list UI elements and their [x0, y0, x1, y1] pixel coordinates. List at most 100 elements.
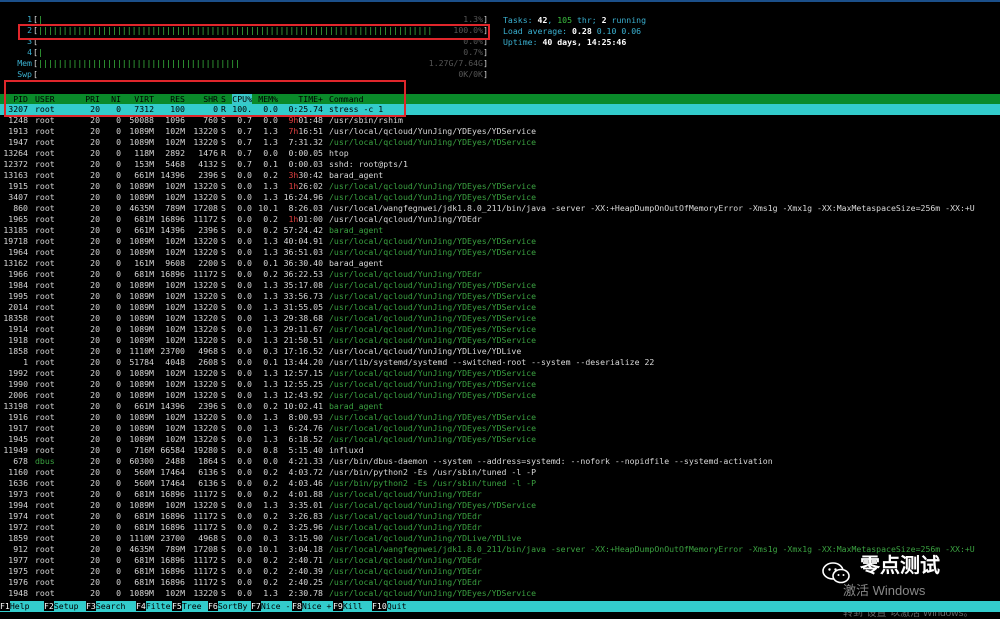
cell-user: root [35, 412, 55, 422]
table-row[interactable]: 1914 root 20 0 1089M 102M 13220 S 0.0 1.3 29:11.67… [0, 324, 1000, 335]
fkey-filter[interactable]: F4Filter [136, 601, 175, 612]
cell-time: 40:04.91 [281, 236, 323, 247]
cell-mem: 0.1 [263, 258, 278, 268]
table-row[interactable]: 3407 root 20 0 1089M 102M 13220 S 0.0 1.3 16:24.96… [0, 192, 1000, 203]
fkey-kill[interactable]: F9Kill [333, 601, 363, 612]
fkey-code: F7 [251, 601, 261, 611]
cell-pid: 1966 [8, 269, 28, 279]
cell-mem: 0.0 [263, 148, 278, 158]
cell-time: 29:38.68 [281, 313, 323, 324]
table-row[interactable]: 12372 root 20 0 153M 5468 4132 S 0.7 0.1 0:00.03 ss… [0, 159, 1000, 170]
table-row[interactable]: 1947 root 20 0 1089M 102M 13220 S 0.7 1.3 7:31.32 /… [0, 137, 1000, 148]
fkey-quit[interactable]: F10Quit [372, 601, 407, 612]
table-row[interactable]: 1913 root 20 0 1089M 102M 13220 S 0.7 1.3 7h16:51/… [0, 126, 1000, 137]
table-row[interactable]: 1984 root 20 0 1089M 102M 13220 S 0.0 1.3 35:17.08… [0, 280, 1000, 291]
cell-cpu: 0.0 [237, 456, 252, 466]
cell-pid: 1976 [8, 577, 28, 587]
cell-virt: 661M [134, 401, 154, 411]
cell-pid: 1914 [8, 324, 28, 334]
cell-time-rest: 35:17.08 [283, 280, 323, 290]
table-row[interactable]: 1636 root 20 0 560M 17464 6136 S 0.0 0.2 4:03.46/u… [0, 478, 1000, 489]
table-row[interactable]: 678 dbus 20 0 60300 2488 1864 S 0.0 0.0 4:21.33/us… [0, 456, 1000, 467]
table-row[interactable]: 1973 root 20 0 681M 16896 11172 S 0.0 0.2 4:01.88 /… [0, 489, 1000, 500]
cell-mem: 1.3 [263, 313, 278, 323]
fkey-nice[interactable]: F8Nice + [292, 601, 331, 612]
cell-cpu: 0.0 [237, 445, 252, 455]
cell-mem: 1.3 [263, 335, 278, 345]
cell-pid: 13185 [3, 225, 28, 235]
cell-pri: 20 [90, 511, 100, 521]
table-row[interactable]: 1945 root 20 0 1089M 102M 13220 S 0.0 1.3 6:18.52 /… [0, 434, 1000, 445]
fkey-setup[interactable]: F2Setup [44, 601, 79, 612]
cell-time-rest: 36:22.53 [283, 269, 323, 279]
cell-time: 2:40.39 [281, 566, 323, 577]
table-row[interactable]: 1994 root 20 0 1089M 102M 13220 S 0.0 1.3 3:35.01 /… [0, 500, 1000, 511]
table-row[interactable]: 1160 root 20 0 560M 17464 6136 S 0.0 0.2 4:03.72/u… [0, 467, 1000, 478]
cell-virt: 1089M [129, 280, 154, 290]
cell-ni: 0 [116, 412, 121, 422]
table-row[interactable]: 13162 root 20 0 161M 9608 2200 S 0.0 0.1 36:30.40 b… [0, 258, 1000, 269]
cell-shr: 13220 [193, 324, 218, 334]
cell-pid: 13264 [3, 148, 28, 158]
table-row[interactable]: 13185 root 20 0 661M 14396 2396 S 0.0 0.2 57:24.42… [0, 225, 1000, 236]
table-row[interactable]: 1974 root 20 0 681M 16896 11172 S 0.0 0.2 3:26.83 /… [0, 511, 1000, 522]
table-row[interactable]: 860 root 20 0 4635M 789M 17208 S 0.0 10.1 8:26.03 /… [0, 203, 1000, 214]
cell-ni: 0 [116, 280, 121, 290]
cell-ni: 0 [116, 544, 121, 554]
cell-cpu: 0.0 [237, 478, 252, 488]
table-row[interactable]: 2006 root 20 0 1089M 102M 13220 S 0.0 1.3 12:43.92… [0, 390, 1000, 401]
table-row[interactable]: 11949 root 20 0 716M 66584 19280 S 0.0 0.8 5:15.40… [0, 445, 1000, 456]
cell-mem: 0.2 [263, 478, 278, 488]
table-row[interactable]: 1992 root 20 0 1089M 102M 13220 S 0.0 1.3 12:57.15… [0, 368, 1000, 379]
fkey-nice[interactable]: F7Nice - [251, 601, 290, 612]
fkey-help[interactable]: F1Help [0, 601, 30, 612]
uptime-line: Uptime: 40 days, 14:25:46 [503, 37, 627, 47]
cell-pri: 20 [90, 324, 100, 334]
cell-virt: 51784 [129, 357, 154, 367]
table-row[interactable]: 912 root 20 0 4635M 789M 17208 S 0.0 10.1 3:04.18/… [0, 544, 1000, 555]
table-row[interactable]: 13198 root 20 0 661M 14396 2396 S 0.0 0.2 10:02.41… [0, 401, 1000, 412]
table-row[interactable]: 1 root 20 0 51784 4048 2608 S 0.0 0.1 13:44.20/usr… [0, 357, 1000, 368]
fkey-search[interactable]: F3Search [86, 601, 125, 612]
table-row[interactable]: 1990 root 20 0 1089M 102M 13220 S 0.0 1.3 12:55.25… [0, 379, 1000, 390]
table-row[interactable]: 19718 root 20 0 1089M 102M 13220 S 0.0 1.3 40:04.9… [0, 236, 1000, 247]
cell-virt: 1089M [129, 368, 154, 378]
fkey-code: F6 [208, 601, 218, 611]
table-row[interactable]: 18358 root 20 0 1089M 102M 13220 S 0.0 1.3 29:38.6… [0, 313, 1000, 324]
table-row[interactable]: 2014 root 20 0 1089M 102M 13220 S 0.0 1.3 31:55.05… [0, 302, 1000, 313]
table-row[interactable]: 1977 root 20 0 681M 16896 11172 S 0.0 0.2 2:40.71 /… [0, 555, 1000, 566]
table-row[interactable]: 1964 root 20 0 1089M 102M 13220 S 0.0 1.3 36:51.03… [0, 247, 1000, 258]
table-row[interactable]: 1965 root 20 0 681M 16896 11172 S 0.0 0.2 1h01:00/… [0, 214, 1000, 225]
cell-pri: 20 [90, 192, 100, 202]
cell-mem: 1.3 [263, 368, 278, 378]
cell-command: barad_agent [329, 258, 384, 268]
table-row[interactable]: 1918 root 20 0 1089M 102M 13220 S 0.0 1.3 21:50.51… [0, 335, 1000, 346]
cell-ni: 0 [116, 192, 121, 202]
cell-ni: 0 [116, 170, 121, 180]
table-row[interactable]: 1859 root 20 0 1110M 23700 4968 S 0.0 0.3 3:15.90 /… [0, 533, 1000, 544]
cell-pid: 1945 [8, 434, 28, 444]
cell-res: 102M [165, 137, 185, 147]
fkey-tree[interactable]: F5Tree [172, 601, 202, 612]
cell-cpu: 0.0 [237, 555, 252, 565]
table-row[interactable]: 1966 root 20 0 681M 16896 11172 S 0.0 0.2 36:22.53… [0, 269, 1000, 280]
table-row[interactable]: 13163 root 20 0 661M 14396 2396 S 0.0 0.2 3h30:42 b… [0, 170, 1000, 181]
table-row[interactable]: 1915 root 20 0 1089M 102M 13220 S 0.0 1.3 1h26:02/… [0, 181, 1000, 192]
cell-time: 4:03.46 [281, 478, 323, 489]
table-row[interactable]: 1916 root 20 0 1089M 102M 13220 S 0.0 1.3 8:00.93 /… [0, 412, 1000, 423]
fkey-sortby[interactable]: F6SortBy [208, 601, 247, 612]
cell-mem: 0.2 [263, 566, 278, 576]
cell-shr: 11172 [193, 555, 218, 565]
table-row[interactable]: 13264 root 20 0 118M 2892 1476 R 0.7 0.0 0:00.05 ht… [0, 148, 1000, 159]
cell-virt: 4635M [129, 544, 154, 554]
cell-ni: 0 [116, 489, 121, 499]
cell-command: /usr/local/qcloud/YunJing/YDEyes/YDServi… [329, 368, 537, 378]
table-row[interactable]: 1858 root 20 0 1110M 23700 4968 S 0.0 0.3 17:16.52… [0, 346, 1000, 357]
cell-time: 2:40.71 [281, 555, 323, 566]
cell-pri: 20 [90, 456, 100, 466]
cell-pri: 20 [90, 434, 100, 444]
table-row[interactable]: 1972 root 20 0 681M 16896 11172 S 0.0 0.2 3:25.96 /… [0, 522, 1000, 533]
table-row[interactable]: 1995 root 20 0 1089M 102M 13220 S 0.0 1.3 33:56.73… [0, 291, 1000, 302]
table-row[interactable]: 1975 root 20 0 681M 16896 11172 S 0.0 0.2 2:40.39 /… [0, 566, 1000, 577]
table-row[interactable]: 1917 root 20 0 1089M 102M 13220 S 0.0 1.3 6:24.76 /… [0, 423, 1000, 434]
